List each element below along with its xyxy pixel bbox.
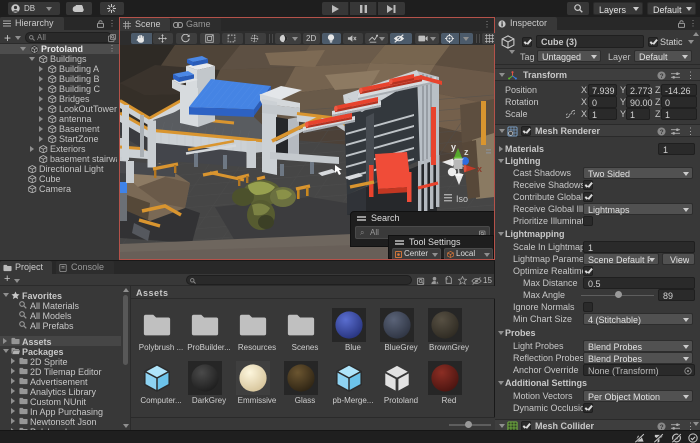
- svg-text:y: y: [451, 142, 456, 152]
- svg-text:?: ?: [660, 73, 664, 80]
- svg-text:?: ?: [660, 129, 664, 136]
- svg-text:z: z: [464, 147, 469, 157]
- svg-text:x: x: [477, 164, 482, 174]
- svg-text:Iso: Iso: [456, 194, 468, 204]
